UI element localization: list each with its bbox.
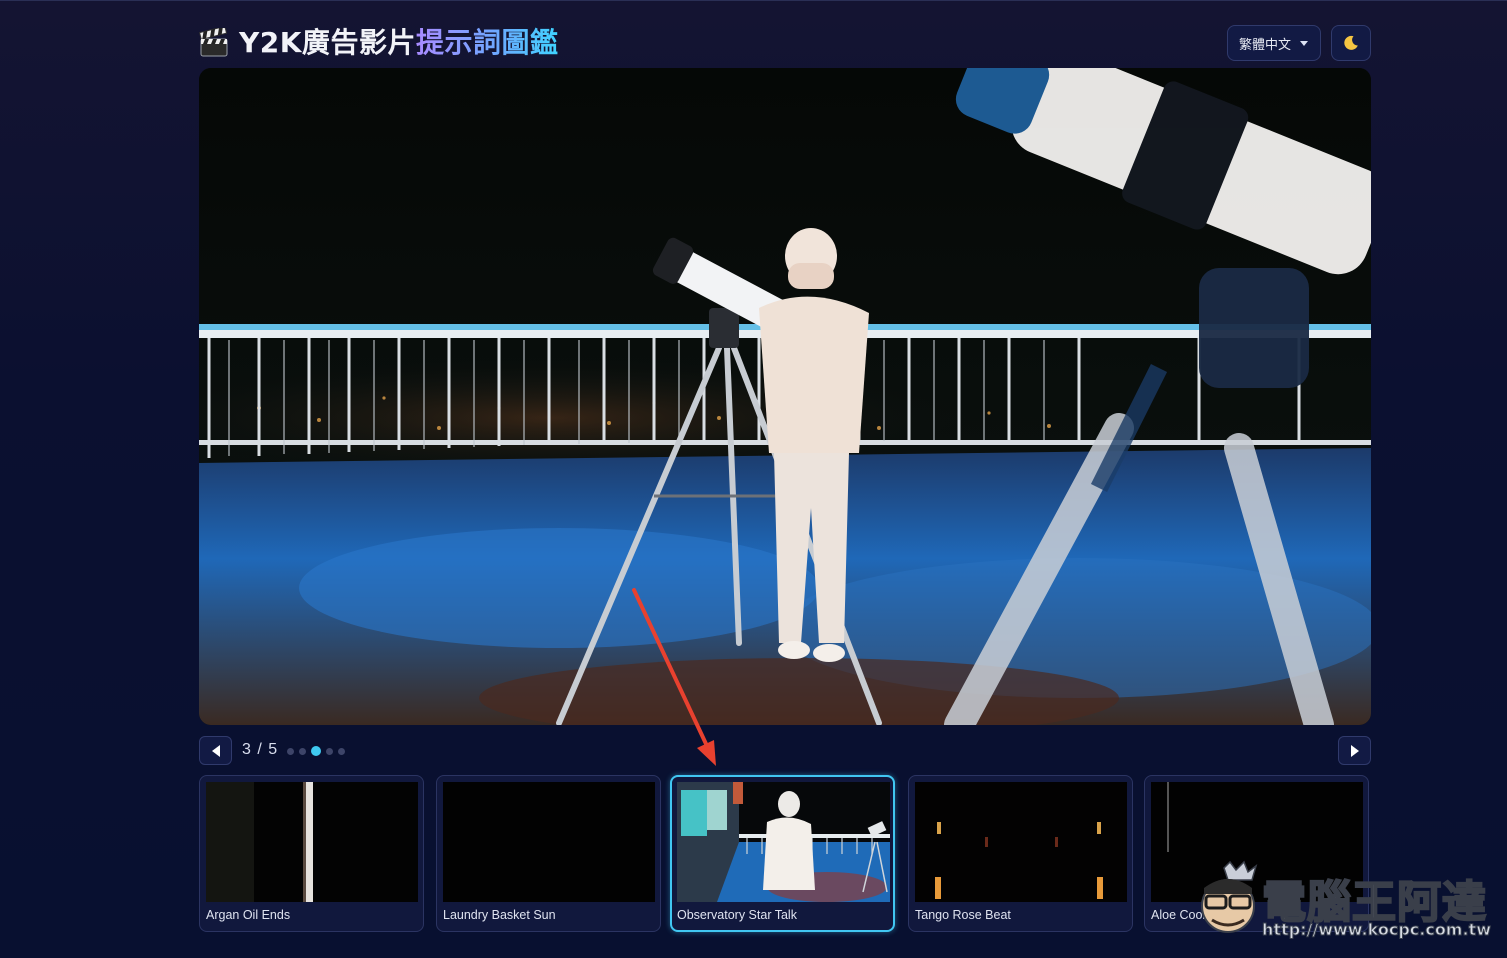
- watermark: 電腦王阿達 http://www.kocpc.com.tw: [1190, 858, 1500, 943]
- thumbnail-caption: Argan Oil Ends: [206, 908, 291, 922]
- slide-dot-3[interactable]: [311, 746, 321, 756]
- title-text: Y2K廣告影片: [239, 26, 416, 59]
- thumbnail-caption: Observatory Star Talk: [677, 908, 797, 922]
- slide-counter: 3 / 5: [242, 741, 279, 758]
- thumbnail-image: [915, 782, 1127, 902]
- thumbnail-card[interactable]: Laundry Basket Sun: [436, 775, 661, 932]
- thumbnail-image: [206, 782, 418, 902]
- clapperboard-icon: [199, 25, 231, 58]
- theme-toggle-button[interactable]: [1331, 25, 1371, 61]
- thumbnail-caption: Laundry Basket Sun: [443, 908, 556, 922]
- main-video-preview[interactable]: [199, 68, 1371, 725]
- language-selected-label: 繁體中文: [1239, 37, 1292, 53]
- video-frame-illustration: [199, 68, 1371, 725]
- watermark-mascot-icon: [1201, 860, 1258, 933]
- thumbnail-image: [677, 782, 890, 902]
- language-select[interactable]: 繁體中文: [1227, 25, 1321, 61]
- slide-dots: [287, 746, 345, 756]
- triangle-right-icon: [1350, 744, 1359, 757]
- thumbnail-image: [443, 782, 655, 902]
- watermark-url: http://www.kocpc.com.tw: [1262, 920, 1492, 940]
- chevron-down-icon: [1300, 41, 1308, 46]
- slide-dot-2[interactable]: [299, 747, 306, 755]
- title-highlight: 提示詞圖鑑: [415, 26, 559, 59]
- thumbnail-card[interactable]: Argan Oil Ends: [199, 775, 424, 932]
- thumbnail-card-active[interactable]: Observatory Star Talk: [670, 775, 895, 932]
- slide-dot-4[interactable]: [326, 747, 333, 755]
- thumbnail-caption: Tango Rose Beat: [915, 908, 1011, 922]
- slide-dot-5[interactable]: [338, 747, 345, 755]
- thumbnail-card[interactable]: Tango Rose Beat: [908, 775, 1133, 932]
- top-border: [0, 0, 1507, 1]
- slide-dot-1[interactable]: [287, 747, 294, 755]
- prev-button[interactable]: [199, 736, 232, 765]
- next-button[interactable]: [1338, 736, 1371, 765]
- page-header: Y2K廣告影片提示詞圖鑑 繁體中文: [199, 24, 1371, 64]
- triangle-left-icon: [211, 744, 220, 757]
- moon-icon: [1344, 35, 1358, 50]
- page-title: Y2K廣告影片提示詞圖鑑: [199, 25, 559, 60]
